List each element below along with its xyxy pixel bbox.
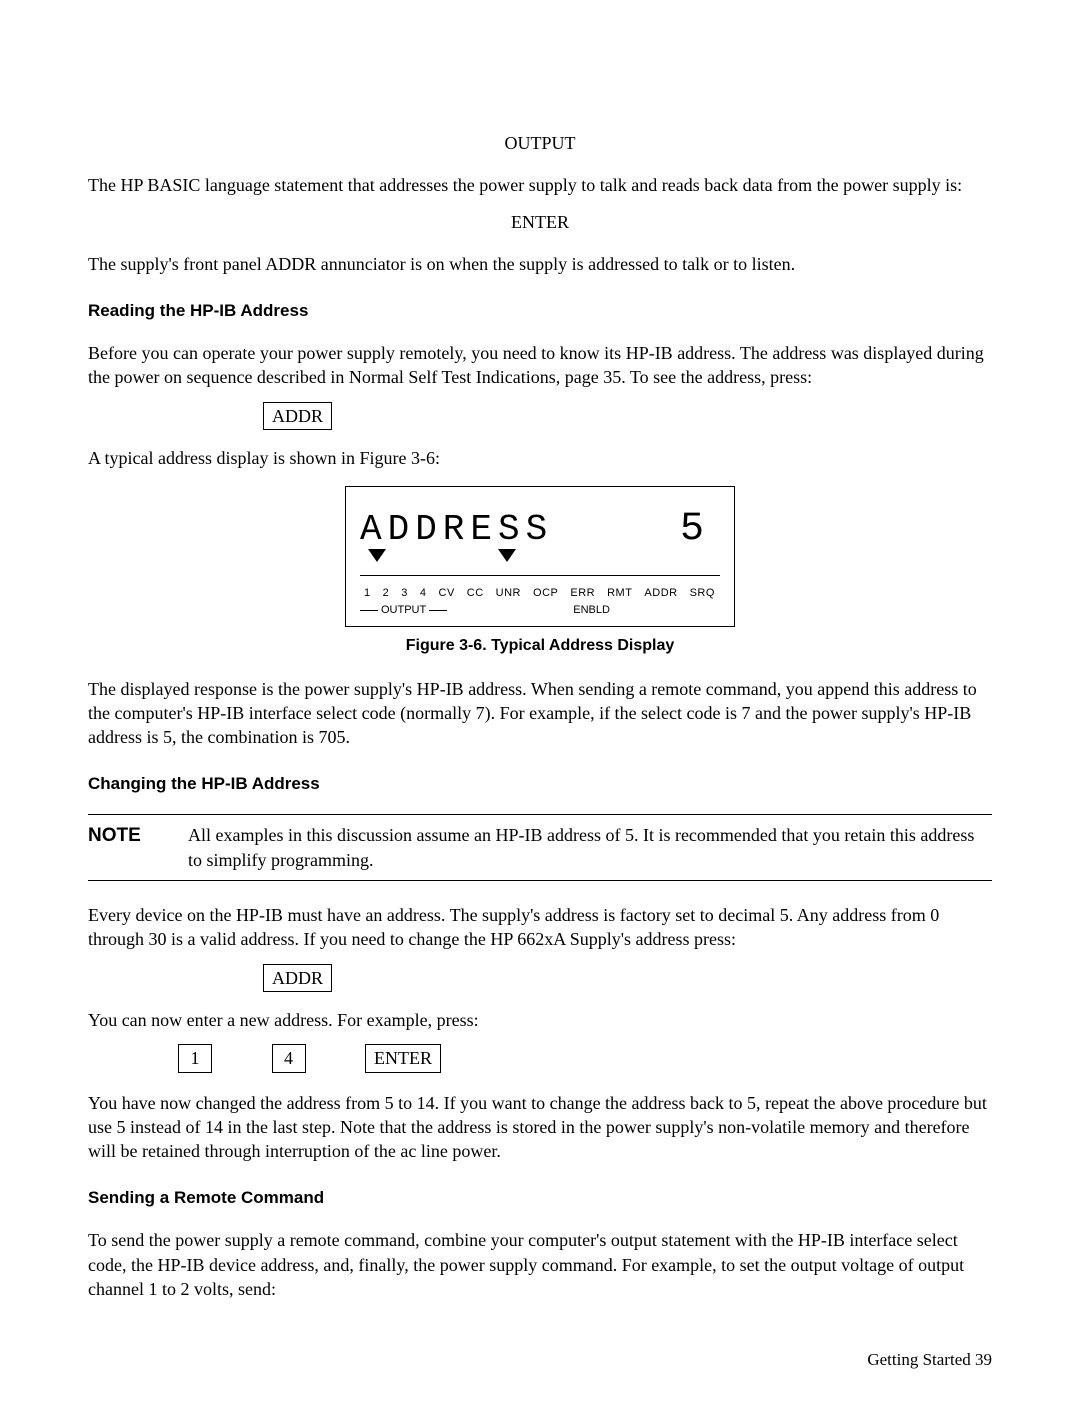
key-row-addr-2: ADDR: [88, 964, 992, 992]
ann-ocp: OCP: [533, 586, 558, 601]
ann-unr: UNR: [496, 586, 521, 601]
ann-1: 1: [364, 586, 371, 601]
annunciator-row: 1 2 3 4 CV CC UNR OCP ERR RMT ADDR SRQ: [360, 576, 720, 601]
page-footer: Getting Started 39: [88, 1349, 992, 1372]
ann-label-row: OUTPUT ENBLD: [360, 601, 720, 618]
paragraph-typical: A typical address display is shown in Fi…: [88, 446, 992, 470]
ann-srq: SRQ: [690, 586, 715, 601]
output-keyword: OUTPUT: [88, 131, 992, 155]
ann-2: 2: [383, 586, 390, 601]
key-addr: ADDR: [263, 402, 332, 430]
display-address-label: ADDRESS: [360, 506, 553, 555]
ann-addr: ADDR: [644, 586, 677, 601]
ann-err: ERR: [570, 586, 595, 601]
paragraph-remote: To send the power supply a remote comman…: [88, 1228, 992, 1301]
figure-address-display: ADDRESS 5 1 2 3 4 CV CC UNR OCP ERR RMT …: [345, 486, 735, 627]
key-addr-2: ADDR: [263, 964, 332, 992]
ann-3: 3: [401, 586, 408, 601]
key-enter: ENTER: [365, 1044, 441, 1072]
triangle-icon: [368, 549, 386, 562]
paragraph-changed: You have now changed the address from 5 …: [88, 1091, 992, 1164]
paragraph-annunciator: The supply's front panel ADDR annunciato…: [88, 252, 992, 276]
heading-changing-address: Changing the HP-IB Address: [88, 773, 992, 796]
key-row-145enter: 1 4 ENTER: [88, 1044, 992, 1072]
heading-reading-address: Reading the HP-IB Address: [88, 300, 992, 323]
ann-rmt: RMT: [607, 586, 632, 601]
paragraph-new-address: You can now enter a new address. For exa…: [88, 1008, 992, 1032]
heading-sending-remote: Sending a Remote Command: [88, 1187, 992, 1210]
key-1: 1: [178, 1044, 212, 1072]
figure-caption: Figure 3-6. Typical Address Display: [88, 635, 992, 657]
ann-cc: CC: [467, 586, 484, 601]
note-text: All examples in this discussion assume a…: [188, 823, 992, 872]
note-block: NOTE All examples in this discussion ass…: [88, 814, 992, 881]
note-label: NOTE: [88, 823, 188, 872]
paragraph-reading: Before you can operate your power supply…: [88, 341, 992, 390]
output-label: OUTPUT: [378, 603, 429, 618]
key-4: 4: [272, 1044, 306, 1072]
display-address-value: 5: [680, 503, 720, 557]
enbld-label: ENBLD: [573, 603, 610, 618]
paragraph-output: The HP BASIC language statement that add…: [88, 173, 992, 197]
paragraph-every-device: Every device on the HP-IB must have an a…: [88, 903, 992, 952]
key-row-addr-1: ADDR: [88, 402, 992, 430]
paragraph-displayed-response: The displayed response is the power supp…: [88, 677, 992, 750]
ann-cv: CV: [439, 586, 455, 601]
ann-4: 4: [420, 586, 427, 601]
triangle-icon: [498, 549, 516, 562]
enter-keyword: ENTER: [88, 210, 992, 234]
